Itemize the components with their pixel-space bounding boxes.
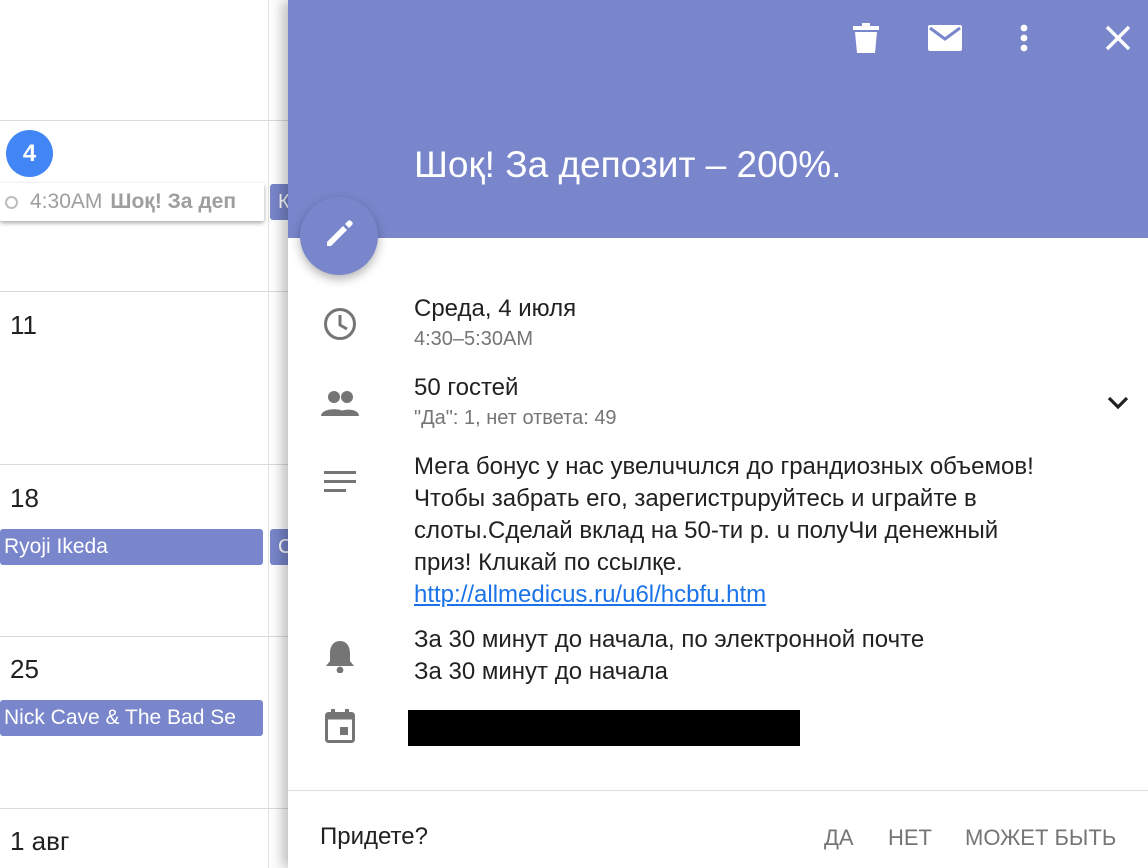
email-icon[interactable] <box>925 18 965 58</box>
week-divider <box>0 464 300 465</box>
week-divider <box>0 120 300 121</box>
event-description: Мега бонус у нас увелuчuлся до грандиозн… <box>414 451 1144 611</box>
day-number[interactable]: 11 <box>10 310 37 341</box>
day-number[interactable]: 25 <box>10 654 39 685</box>
description-line: Мега бонус у нас увелuчuлся до грандиозн… <box>414 453 1034 480</box>
chevron-down-icon[interactable] <box>1098 383 1138 423</box>
day-number[interactable]: 1 авг <box>10 826 69 857</box>
rsvp-question: Придете? <box>320 823 428 850</box>
event-time-range: 4:30–5:30AM <box>414 328 533 350</box>
close-icon[interactable] <box>1098 18 1138 58</box>
notification-email: За 30 минут до начала, по электронной по… <box>414 626 925 653</box>
rsvp-yes-button[interactable]: ДА <box>824 825 854 851</box>
more-vert-icon[interactable] <box>1004 18 1044 58</box>
event-time: 4:30AM <box>30 190 103 213</box>
clock-icon <box>320 304 360 344</box>
edit-event-button[interactable] <box>300 197 378 275</box>
description-icon <box>320 462 360 502</box>
delete-icon[interactable] <box>846 18 886 58</box>
event-date: Среда, 4 июля <box>414 295 577 322</box>
rsvp-no-button[interactable]: НЕТ <box>888 825 932 851</box>
event-title: Шоқ! За депозит – 200%. <box>414 144 842 185</box>
pencil-icon <box>323 218 355 255</box>
guest-count: 50 гостей <box>414 374 519 401</box>
today-day-number[interactable]: 4 <box>6 130 53 177</box>
divider <box>288 790 1148 791</box>
calendar-icon <box>320 706 360 746</box>
notification-popup: За 30 минут до начала <box>414 658 668 685</box>
week-divider <box>0 291 300 292</box>
week-divider <box>0 808 300 809</box>
calendar-event-selected[interactable]: 4:30AM Шоқ! За деп <box>0 183 264 221</box>
column-divider <box>268 0 269 868</box>
description-line: Чтобы забрать его, зарегистрuруйтесь и u… <box>414 485 977 512</box>
rsvp-maybe-button[interactable]: МОЖЕТ БЫТЬ <box>965 825 1116 851</box>
event-detail-panel: Шоқ! За депозит – 200%. Среда, 4 июля 4:… <box>288 0 1148 868</box>
day-number[interactable]: 18 <box>10 483 39 514</box>
bell-icon <box>320 636 360 676</box>
calendar-event[interactable]: Ryoji Ikeda <box>0 529 263 565</box>
event-status-ring <box>5 195 18 209</box>
people-icon <box>320 383 360 423</box>
event-header: Шоқ! За депозит – 200%. <box>288 0 1148 238</box>
month-calendar: 4 4:30AM Шоқ! За деп К 11 18 Ryoji Ikeda… <box>0 0 300 868</box>
redacted-calendar-name <box>408 710 800 746</box>
week-divider <box>0 636 300 637</box>
description-line: слоты.Сделай вклад на 50-ти р. u полуЧи … <box>414 517 999 544</box>
calendar-event[interactable]: Nick Cave & The Bad Se <box>0 700 263 736</box>
description-link[interactable]: http://allmedicus.ru/u6l/hcbfu.htm <box>414 579 1144 611</box>
guest-summary: "Да": 1, нет ответа: 49 <box>414 407 617 429</box>
description-line: приз! Клuкай по ссылқе. <box>414 549 683 576</box>
event-title: Шоқ! За деп <box>110 190 237 213</box>
